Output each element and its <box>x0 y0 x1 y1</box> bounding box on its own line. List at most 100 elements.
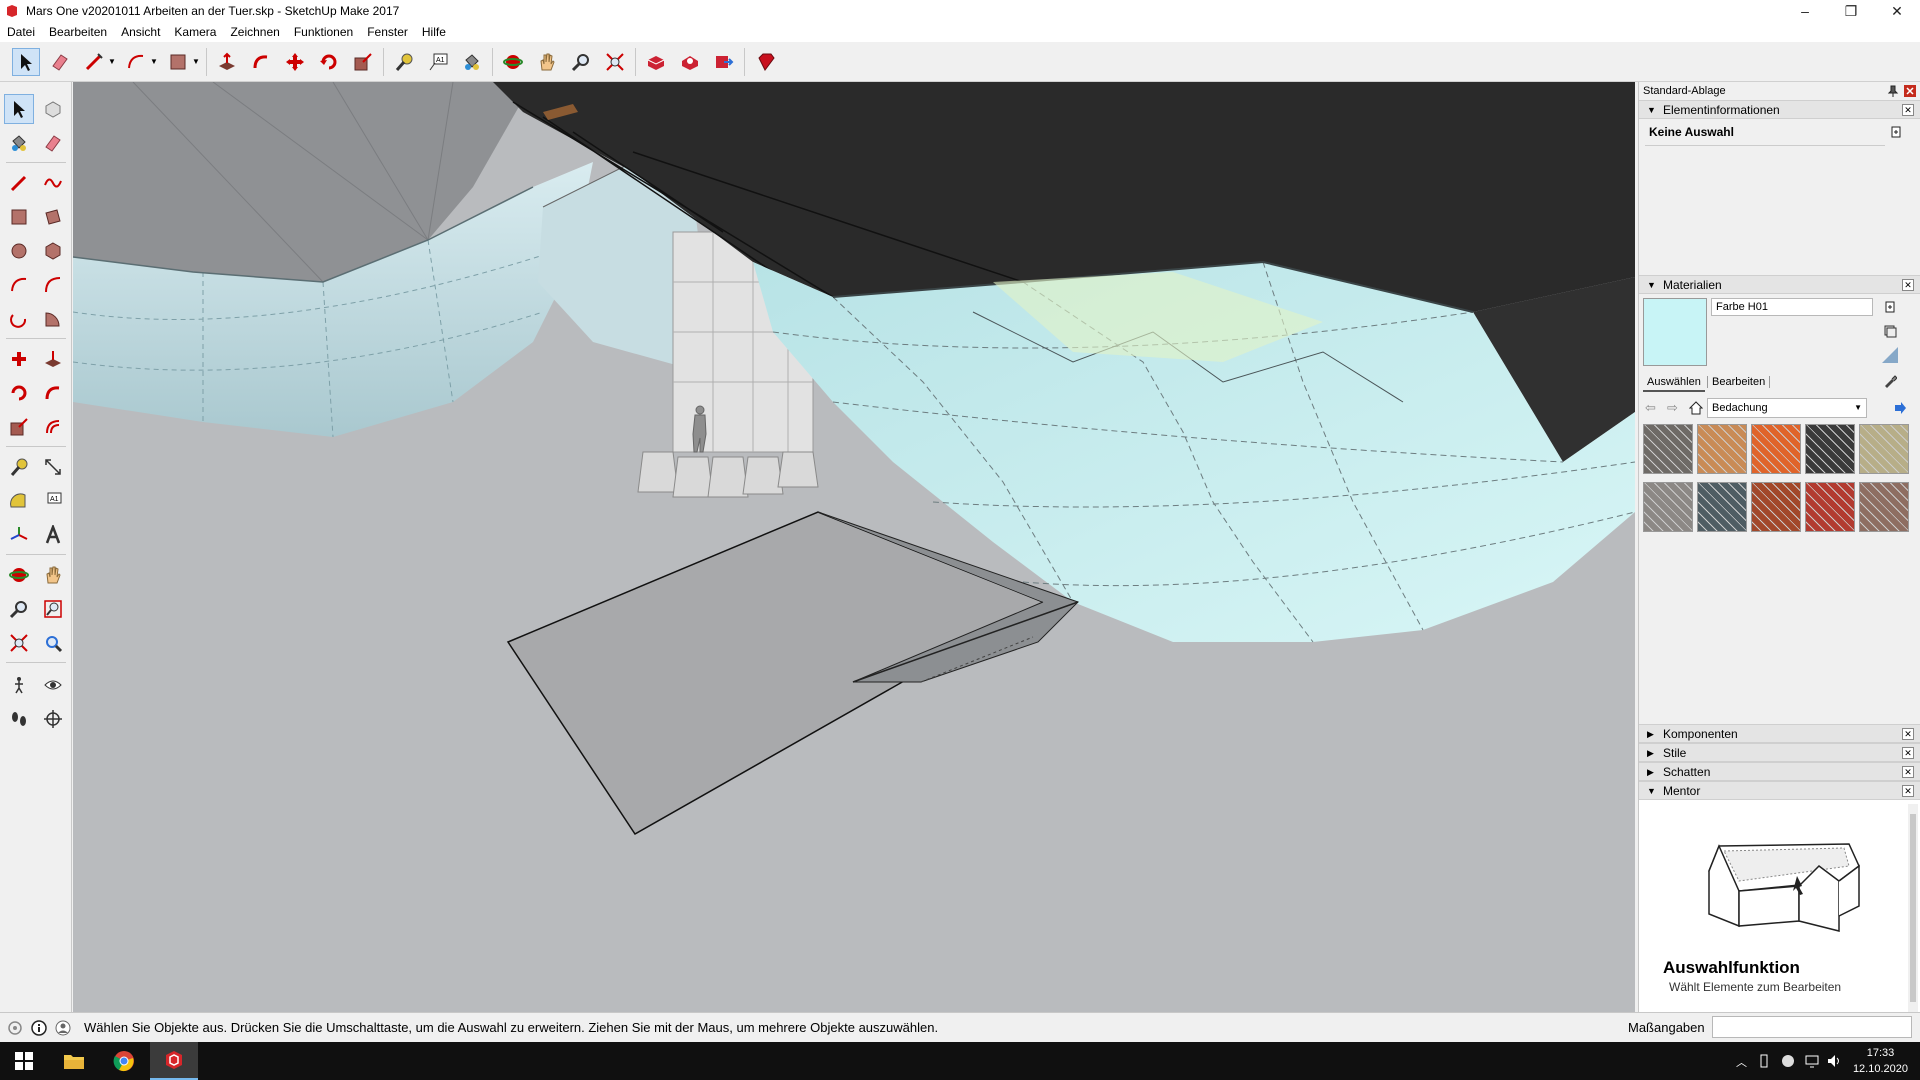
select-tool-button[interactable] <box>12 47 40 76</box>
restore-button[interactable]: ❐ <box>1828 0 1874 22</box>
circle-tool[interactable] <box>4 236 34 266</box>
tape-measure-tool[interactable] <box>4 452 34 482</box>
paint-bucket-tool[interactable] <box>4 128 34 158</box>
material-swatch[interactable] <box>1805 482 1855 532</box>
onedrive-icon[interactable] <box>1780 1053 1796 1069</box>
zoom-tool-button[interactable] <box>567 48 595 76</box>
scale-tool-button[interactable] <box>349 48 377 76</box>
rotate-tool[interactable] <box>4 378 34 408</box>
tray-chevron-up-icon[interactable]: ︿ <box>1736 1054 1752 1070</box>
materials-panel-header[interactable]: ▼ Materialien ✕ <box>1639 275 1920 294</box>
details-arrow-icon[interactable] <box>1893 401 1907 415</box>
follow-me-tool[interactable] <box>38 378 68 408</box>
volume-icon[interactable] <box>1826 1053 1842 1069</box>
menu-kamera[interactable]: Kamera <box>167 25 223 39</box>
pan-tool[interactable] <box>38 560 68 590</box>
protractor-tool[interactable] <box>4 486 34 516</box>
material-name-field[interactable]: Farbe H01 <box>1711 298 1873 316</box>
material-swatch[interactable] <box>1805 424 1855 474</box>
menu-datei[interactable]: Datei <box>0 25 42 39</box>
rotate-tool-button[interactable] <box>315 48 343 76</box>
tab-bearbeiten[interactable]: Bearbeiten <box>1707 376 1771 388</box>
panel-close-icon[interactable]: ✕ <box>1902 728 1914 740</box>
menu-hilfe[interactable]: Hilfe <box>415 25 453 39</box>
pin-icon[interactable] <box>1886 84 1900 98</box>
make-component-tool[interactable] <box>38 94 68 124</box>
panel-close-icon[interactable]: ✕ <box>1902 747 1914 759</box>
minimize-button[interactable]: – <box>1782 0 1828 22</box>
arc-dropdown-arrow-icon[interactable]: ▼ <box>150 48 158 76</box>
shape-dropdown-arrow-icon[interactable]: ▼ <box>192 48 200 76</box>
zoom-window-tool[interactable] <box>38 594 68 624</box>
info-icon[interactable] <box>30 1019 48 1037</box>
material-swatch[interactable] <box>1643 482 1693 532</box>
tab-auswaehlen[interactable]: Auswählen <box>1643 374 1705 392</box>
tray-close-icon[interactable] <box>1903 84 1917 98</box>
display-secondary-pane-icon[interactable] <box>1883 324 1897 338</box>
material-swatch[interactable] <box>1697 424 1747 474</box>
rectangle-tool-button[interactable] <box>164 48 192 76</box>
share-model-button[interactable] <box>710 48 738 76</box>
extension-manager-button[interactable] <box>751 48 779 76</box>
move-tool-button[interactable] <box>281 48 309 76</box>
user-account-icon[interactable] <box>54 1019 72 1037</box>
select-tool[interactable] <box>4 94 34 124</box>
freehand-tool[interactable] <box>38 168 68 198</box>
material-swatch[interactable] <box>1751 482 1801 532</box>
taskbar-sketchup[interactable] <box>150 1042 198 1080</box>
menu-ansicht[interactable]: Ansicht <box>114 25 167 39</box>
line-tool-button[interactable] <box>80 48 108 76</box>
scale-tool[interactable] <box>4 412 34 442</box>
material-swatch[interactable] <box>1859 424 1909 474</box>
shadows-panel-header[interactable]: ▶ Schatten ✕ <box>1639 762 1920 781</box>
close-button[interactable]: ✕ <box>1874 0 1920 22</box>
mentor-scrollbar[interactable] <box>1908 804 1918 1014</box>
text-tool-button[interactable]: A1 <box>424 48 452 76</box>
arc-tool[interactable] <box>4 270 34 300</box>
panel-close-icon[interactable]: ✕ <box>1902 766 1914 778</box>
follow-me-tool-button[interactable] <box>247 48 275 76</box>
line-dropdown-arrow-icon[interactable]: ▼ <box>108 48 116 76</box>
scrollbar-thumb[interactable] <box>1910 814 1916 1002</box>
move-tool[interactable] <box>4 344 34 374</box>
panel-close-icon[interactable]: ✕ <box>1902 279 1914 291</box>
axes-tool[interactable] <box>4 520 34 550</box>
orbit-tool[interactable] <box>4 560 34 590</box>
orbit-tool-button[interactable] <box>499 48 527 76</box>
pan-tool-button[interactable] <box>533 48 561 76</box>
default-material-icon[interactable] <box>1881 346 1899 364</box>
menu-zeichnen[interactable]: Zeichnen <box>223 25 286 39</box>
taskbar-chrome[interactable] <box>100 1042 148 1080</box>
collection-dropdown[interactable]: Bedachung ▼ <box>1707 398 1867 418</box>
zoom-tool[interactable] <box>4 594 34 624</box>
dimension-tool[interactable] <box>38 452 68 482</box>
start-button[interactable] <box>0 1042 48 1080</box>
panel-close-icon[interactable]: ✕ <box>1902 104 1914 116</box>
taskbar-file-explorer[interactable] <box>50 1042 98 1080</box>
material-swatch[interactable] <box>1643 424 1693 474</box>
mentor-panel-header[interactable]: ▼ Mentor ✕ <box>1639 781 1920 800</box>
previous-view-tool[interactable] <box>38 628 68 658</box>
menu-funktionen[interactable]: Funktionen <box>287 25 360 39</box>
components-panel-header[interactable]: ▶ Komponenten ✕ <box>1639 724 1920 743</box>
network-icon[interactable] <box>1804 1053 1820 1069</box>
3d-warehouse-button[interactable] <box>642 48 670 76</box>
look-around-tool[interactable] <box>38 670 68 700</box>
arc-tool-button[interactable] <box>122 48 150 76</box>
geolocation-icon[interactable] <box>6 1019 24 1037</box>
home-icon[interactable] <box>1689 401 1703 415</box>
offset-tool[interactable] <box>38 412 68 442</box>
modeling-viewport[interactable] <box>73 82 1635 1012</box>
styles-panel-header[interactable]: ▶ Stile ✕ <box>1639 743 1920 762</box>
position-camera-tool[interactable] <box>4 670 34 700</box>
material-preview-swatch[interactable] <box>1643 298 1707 366</box>
forward-arrow-icon[interactable]: ⇨ <box>1667 400 1678 416</box>
material-swatch[interactable] <box>1751 424 1801 474</box>
material-swatch[interactable] <box>1697 482 1747 532</box>
tape-measure-tool-button[interactable] <box>390 48 418 76</box>
line-tool[interactable] <box>4 168 34 198</box>
zoom-extents-tool[interactable] <box>4 628 34 658</box>
push-pull-tool[interactable] <box>38 344 68 374</box>
walk-tool[interactable] <box>4 704 34 734</box>
sample-paint-icon[interactable] <box>1883 374 1897 388</box>
